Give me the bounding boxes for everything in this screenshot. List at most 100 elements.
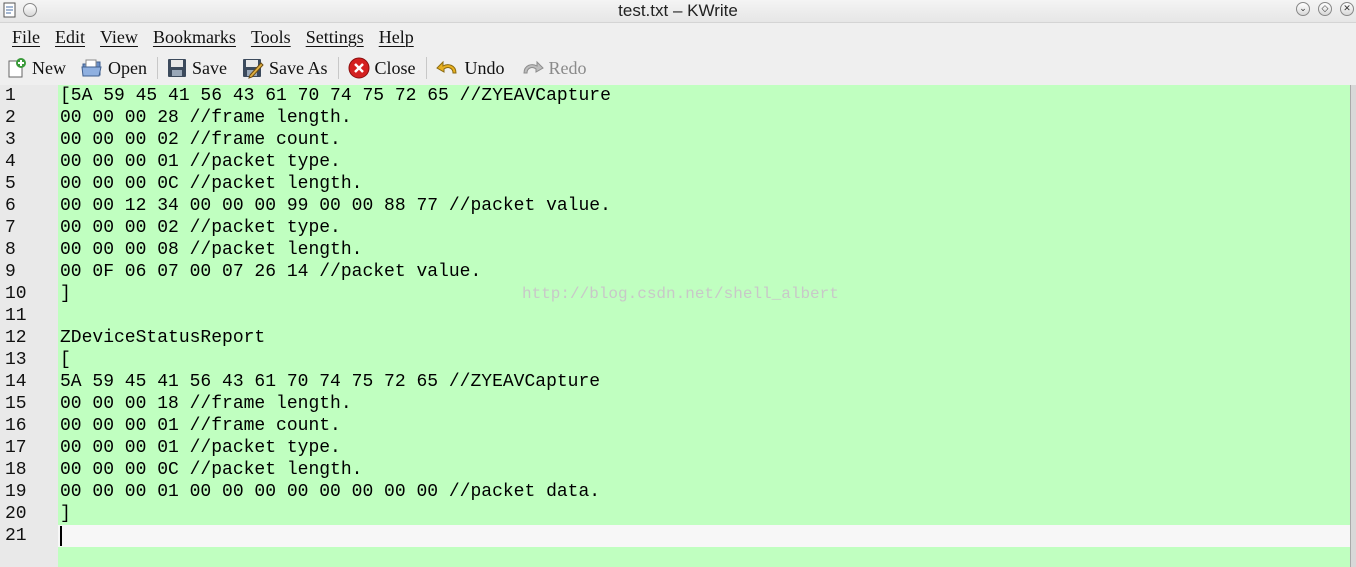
line-text: 00 00 00 0C //packet length. <box>60 174 363 194</box>
close-button[interactable]: Close <box>348 57 416 79</box>
redo-arrow-icon <box>523 60 544 74</box>
line-text: 00 00 00 01 //frame count. <box>60 416 341 436</box>
line-text: [ <box>60 350 71 370</box>
line-number: 3 <box>5 130 16 150</box>
open-button[interactable]: Open <box>81 57 147 79</box>
editor-line[interactable]: 3 00 00 00 02 //frame count. <box>0 129 1356 151</box>
line-number: 12 <box>5 328 27 348</box>
line-number: 14 <box>5 372 27 392</box>
toolbar-separator <box>425 57 427 79</box>
line-number: 11 <box>5 306 27 326</box>
editor-line[interactable]: 21 <box>0 525 1356 547</box>
line-number: 10 <box>5 284 27 304</box>
save-as-button-label: Save As <box>269 57 328 78</box>
editor-line[interactable]: 14 5A 59 45 41 56 43 61 70 74 75 72 65 //… <box>0 371 1356 393</box>
open-folder-icon <box>81 59 102 77</box>
line-number: 1 <box>5 86 16 106</box>
editor-line[interactable]: 18 00 00 00 0C //packet length. <box>0 459 1356 481</box>
title-bar[interactable]: test.txt – KWrite ⌄ ◇ ✕ <box>0 0 1356 23</box>
text-editor[interactable]: 1 [5A 59 45 41 56 43 61 70 74 75 72 65 //… <box>0 85 1356 567</box>
main-toolbar: New Open Save Save As Close Undo Redo <box>0 52 1356 84</box>
save-button-label: Save <box>192 57 227 78</box>
menu-settings[interactable]: Settings <box>306 27 364 48</box>
editor-line[interactable]: 15 00 00 00 18 //frame length. <box>0 393 1356 415</box>
line-text: 00 00 00 02 //packet type. <box>60 218 341 238</box>
line-text: [5A 59 45 41 56 43 61 70 74 75 72 65 //Z… <box>60 86 611 106</box>
open-button-label: Open <box>108 57 147 78</box>
toolbar-separator <box>157 57 158 79</box>
new-button-label: New <box>32 57 66 78</box>
editor-line[interactable]: 20] <box>0 503 1356 525</box>
line-text: 00 00 00 01 //packet type. <box>60 438 341 458</box>
line-number: 16 <box>5 416 27 436</box>
line-number: 13 <box>5 350 27 370</box>
redo-button[interactable]: Redo <box>520 57 587 79</box>
menu-view[interactable]: View <box>100 27 138 48</box>
close-button-label: Close <box>374 57 416 78</box>
editor-line[interactable]: 19 00 00 00 01 00 00 00 00 00 00 00 00 //… <box>0 481 1356 503</box>
menu-file[interactable]: File <box>12 27 40 48</box>
editor-line[interactable]: 1 [5A 59 45 41 56 43 61 70 74 75 72 65 //… <box>0 85 1356 107</box>
menu-bar: File Edit View Bookmarks Tools Settings … <box>0 23 1356 51</box>
line-text: 00 0F 06 07 00 07 26 14 //packet value. <box>60 262 482 282</box>
undo-arrow-icon <box>435 60 457 74</box>
menu-edit[interactable]: Edit <box>55 27 85 48</box>
line-text: 00 00 00 0C //packet length. <box>60 460 363 480</box>
toolbar-separator <box>337 57 339 79</box>
line-text: 00 00 00 01 //packet type. <box>60 152 341 172</box>
editor-line[interactable]: 2 00 00 00 28 //frame length. <box>0 107 1356 129</box>
editor-line[interactable]: 13 [ <box>0 349 1356 371</box>
undo-button[interactable]: Undo <box>435 57 505 79</box>
editor-line[interactable]: 9 00 0F 06 07 00 07 26 14 //packet value. <box>0 261 1356 283</box>
line-number: 21 <box>5 526 27 546</box>
line-number: 8 <box>5 240 16 260</box>
close-icon <box>348 57 369 79</box>
line-text: 00 00 00 18 //frame length. <box>60 394 352 414</box>
menu-bookmarks[interactable]: Bookmarks <box>153 27 236 48</box>
editor-line[interactable]: 16 00 00 00 01 //frame count. <box>0 415 1356 437</box>
editor-line[interactable]: 11 <box>0 305 1356 327</box>
editor-line[interactable]: 12 ZDeviceStatusReport <box>0 327 1356 349</box>
line-text: ] <box>60 284 71 304</box>
window-controls: ⌄ ◇ ✕ <box>1296 2 1354 16</box>
text-cursor <box>60 526 62 546</box>
menu-help[interactable]: Help <box>379 27 414 48</box>
line-text: 00 00 12 34 00 00 00 99 00 00 88 77 //pa… <box>60 196 611 216</box>
editor-line[interactable]: 7 00 00 00 02 //packet type. <box>0 217 1356 239</box>
line-number: 5 <box>5 174 16 194</box>
line-number: 18 <box>5 460 27 480</box>
line-number: 6 <box>5 196 16 216</box>
editor-line[interactable]: 5 00 00 00 0C //packet length. <box>0 173 1356 195</box>
editor-line[interactable]: 17 00 00 00 01 //packet type. <box>0 437 1356 459</box>
save-as-icon <box>243 59 264 79</box>
editor-line[interactable]: 4 00 00 00 01 //packet type. <box>0 151 1356 173</box>
save-button[interactable]: Save <box>167 57 227 79</box>
line-number: 9 <box>5 262 16 282</box>
new-button[interactable]: New <box>7 57 66 79</box>
undo-button-label: Undo <box>464 57 505 78</box>
line-text: 00 00 00 08 //packet length. <box>60 240 363 260</box>
line-number: 2 <box>5 108 16 128</box>
line-text: 5A 59 45 41 56 43 61 70 74 75 72 65 //ZY… <box>60 372 601 392</box>
line-number: 20 <box>5 504 27 524</box>
line-text: ] <box>60 504 71 524</box>
line-text: 00 00 00 28 //frame length. <box>60 108 352 128</box>
menu-tools[interactable]: Tools <box>251 27 291 48</box>
editor-line[interactable]: 8 00 00 00 08 //packet length. <box>0 239 1356 261</box>
line-number: 7 <box>5 218 16 238</box>
line-number: 4 <box>5 152 16 172</box>
minimize-button[interactable]: ⌄ <box>1296 2 1310 16</box>
redo-button-label: Redo <box>548 57 587 78</box>
save-as-button[interactable]: Save As <box>242 57 328 79</box>
line-number: 19 <box>5 482 27 502</box>
window-title: test.txt – KWrite <box>618 1 738 20</box>
watermark-text: http://blog.csdn.net/shell_albert <box>522 285 839 303</box>
kwrite-window: test.txt – KWrite ⌄ ◇ ✕ File Edit View B… <box>0 0 1356 567</box>
maximize-button[interactable]: ◇ <box>1318 2 1332 16</box>
save-disk-icon <box>168 59 186 77</box>
line-text: 00 00 00 01 00 00 00 00 00 00 00 00 //pa… <box>60 482 601 502</box>
line-text: ZDeviceStatusReport <box>60 328 266 348</box>
editor-line[interactable]: 6 00 00 12 34 00 00 00 99 00 00 88 77 //p… <box>0 195 1356 217</box>
close-window-button[interactable]: ✕ <box>1340 2 1354 16</box>
line-number: 17 <box>5 438 27 458</box>
